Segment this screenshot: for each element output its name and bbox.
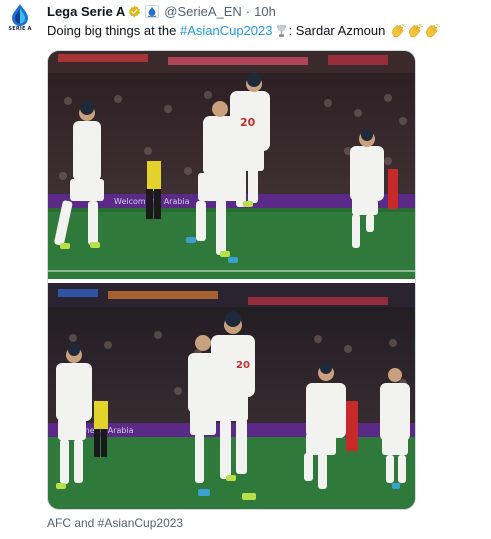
separator-dot: ·	[245, 3, 251, 19]
jersey-number: 20	[240, 116, 256, 129]
tweet[interactable]: SERIE A Lega Serie A @SerieA_EN · 10h Do…	[0, 0, 491, 539]
account-handle[interactable]: @SerieA_EN	[164, 4, 242, 19]
photo-celebration-1[interactable]: Welcome to Arabia	[48, 51, 415, 279]
gold-verified-badge-icon[interactable]	[128, 5, 141, 18]
hashtag-link[interactable]: #AsianCup2023	[180, 23, 273, 38]
clapping-hands-emoji-icon-1	[392, 23, 407, 37]
jersey-number-2: 20	[236, 360, 250, 371]
photo-celebration-2[interactable]: Welcome to Arabia	[48, 283, 415, 509]
tweet-text: Doing big things at the #AsianCup2023 : …	[47, 23, 441, 38]
affiliate-badge-icon[interactable]	[145, 4, 160, 18]
tweet-text-part-2: : Sardar Azmoun	[288, 23, 386, 38]
tweet-header: Lega Serie A @SerieA_EN · 10h	[47, 3, 276, 19]
media-credit: AFC and #AsianCup2023	[47, 516, 184, 530]
avatar[interactable]: SERIE A	[6, 4, 34, 38]
logo-text: SERIE A	[8, 26, 32, 32]
account-name[interactable]: Lega Serie A	[47, 4, 125, 19]
serie-a-logo-icon	[12, 4, 28, 26]
clapping-hands-emoji-icon-3	[426, 23, 441, 37]
clap-emojis	[389, 23, 441, 38]
timestamp[interactable]: 10h	[254, 4, 276, 19]
tweet-text-part-1: Doing big things at the	[47, 23, 180, 38]
media-grid: Welcome to Arabia	[47, 50, 416, 510]
trophy-emoji-icon	[276, 24, 286, 37]
clapping-hands-emoji-icon-2	[409, 23, 424, 37]
